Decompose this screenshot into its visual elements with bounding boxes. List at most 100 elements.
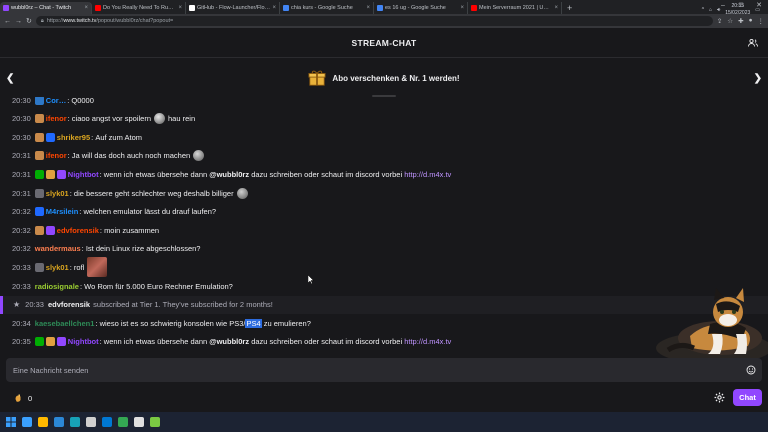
chat-message[interactable]: 20:32 edvforensik: moin zusammen <box>0 221 768 239</box>
chevron-left-icon[interactable]: ❮ <box>6 73 14 84</box>
user-badge-icon[interactable] <box>34 225 44 235</box>
taskbar-app-icon[interactable] <box>54 417 64 427</box>
chat-settings-gear-icon[interactable] <box>714 392 725 403</box>
chat-message[interactable]: 20:30 Cor…: Q0000 <box>0 97 768 109</box>
profile-icon[interactable]: ● <box>749 17 753 25</box>
gift-sub-banner[interactable]: Abo verschenken & Nr. 1 werden! <box>0 58 768 98</box>
message-username[interactable]: radiosignale <box>35 282 79 291</box>
message-mention[interactable]: @wubbl0rz <box>209 337 249 346</box>
tray-chevron-icon[interactable]: ^ <box>702 7 704 13</box>
user-badge-icon[interactable] <box>34 132 44 142</box>
user-badge-icon[interactable] <box>34 169 44 179</box>
taskbar-app-icon[interactable] <box>22 417 32 427</box>
forward-icon[interactable]: → <box>15 18 22 25</box>
user-badge-icon[interactable] <box>34 151 44 161</box>
user-badge-icon[interactable] <box>34 337 44 347</box>
message-username[interactable]: ifenor <box>46 151 67 160</box>
browser-tab[interactable]: Mein Serverraum 2021 | Umbau…× <box>468 2 562 14</box>
message-username[interactable]: Nightbot <box>68 170 99 179</box>
message-username[interactable]: M4rsilein <box>46 207 79 216</box>
notifications-icon[interactable]: ▭ <box>755 7 760 13</box>
chat-message[interactable]: 20:30 ifenor: ciaoo angst vor spoilern hau… <box>0 110 768 128</box>
volume-icon[interactable]: 🔊︎ <box>717 7 720 13</box>
user-badge-icon[interactable] <box>45 132 55 142</box>
address-bar[interactable]: 🔒︎ https://www.twitch.tv/popout/wubbl0rz… <box>35 16 713 26</box>
message-text: die bessere geht schlechter weg deshalb … <box>73 188 234 198</box>
message-text: Q0000 <box>71 97 94 105</box>
message-username[interactable]: shriker95 <box>57 133 90 142</box>
network-icon[interactable]: ⌂ <box>709 7 712 13</box>
chat-message[interactable]: 20:30 shriker95: Auf zum Atom <box>0 128 768 146</box>
chat-message[interactable]: 20:32 wandermaus: Ist dein Linux rize abg… <box>0 240 768 258</box>
taskbar-clock[interactable]: 20:35 15/02/2023 <box>725 3 750 16</box>
user-badge-icon[interactable] <box>34 188 44 198</box>
taskbar-app-icon[interactable] <box>86 417 96 427</box>
message-username[interactable]: ifenor <box>46 114 67 123</box>
message-username[interactable]: Nightbot <box>68 337 99 346</box>
chat-message[interactable]: 20:33 slyk01: rofl <box>0 257 768 278</box>
channel-points[interactable]: 0 <box>14 394 32 403</box>
user-badge-icon[interactable] <box>56 337 66 347</box>
message-timestamp: 20:35 <box>12 337 31 347</box>
tab-close-icon[interactable]: × <box>460 5 464 11</box>
taskbar-app-icon[interactable] <box>134 417 144 427</box>
taskbar-app-icon[interactable] <box>70 417 80 427</box>
user-badge-icon[interactable] <box>45 337 55 347</box>
chevron-right-icon[interactable]: ❯ <box>754 73 762 84</box>
menu-dots-icon[interactable]: ⋮ <box>758 17 765 25</box>
user-badge-icon[interactable] <box>34 114 44 124</box>
message-text: wenn ich etwas übersehe dann <box>103 337 210 347</box>
chat-emote-icon[interactable] <box>193 150 205 162</box>
browser-tab[interactable]: GitHub - Flow-Launcher/Flow.L… × <box>186 2 280 14</box>
bookmark-star-icon[interactable]: ☆ <box>727 17 733 25</box>
chat-message[interactable]: 20:31 Nightbot: wenn ich etwas übersehe d… <box>0 165 768 183</box>
tab-close-icon[interactable]: × <box>178 5 182 11</box>
tab-close-icon[interactable]: × <box>84 5 88 11</box>
message-mention[interactable]: @wubbl0rz <box>209 170 249 179</box>
taskbar-app-icon[interactable] <box>102 417 112 427</box>
message-username[interactable]: kaesebaellchen1 <box>35 319 95 328</box>
tab-close-icon[interactable]: × <box>366 5 370 11</box>
chat-emote-image-icon[interactable] <box>87 257 108 278</box>
chat-emote-icon[interactable] <box>154 113 166 125</box>
taskbar-app-icon[interactable] <box>118 417 128 427</box>
message-username[interactable]: slyk01 <box>46 189 69 198</box>
message-text: welchen emulator lässt du drauf laufen? <box>83 207 217 217</box>
system-tray: ^ ⌂ 🔊︎ 20:35 15/02/2023 ▭ <box>702 3 760 16</box>
user-badge-icon[interactable] <box>45 225 55 235</box>
back-icon[interactable]: ← <box>4 18 11 25</box>
emote-picker-icon[interactable] <box>746 365 756 375</box>
windows-start-icon[interactable] <box>6 417 16 427</box>
chat-input[interactable]: Eine Nachricht senden <box>6 358 762 382</box>
message-username[interactable]: slyk01 <box>46 263 69 272</box>
chat-message[interactable]: 20:31 ifenor: Ja will das doch auch noch … <box>0 147 768 165</box>
message-username[interactable]: wandermaus <box>35 244 81 253</box>
chat-message[interactable]: 20:31 slyk01: die bessere geht schlechter… <box>0 184 768 202</box>
user-badge-icon[interactable] <box>34 262 44 272</box>
message-username[interactable]: edvforensik <box>57 226 99 235</box>
reload-icon[interactable]: ↻ <box>26 17 32 25</box>
share-icon[interactable]: ⇪ <box>717 17 722 25</box>
new-tab-button[interactable]: + <box>562 2 577 14</box>
browser-tab[interactable]: Do You Really Need To Run Win…× <box>92 2 186 14</box>
chat-emote-icon[interactable] <box>236 187 248 199</box>
user-badge-icon[interactable] <box>56 169 66 179</box>
community-users-icon[interactable] <box>748 38 758 48</box>
extensions-icon[interactable]: ✚ <box>738 17 743 25</box>
browser-tab[interactable]: es 16 ug - Google Suche × <box>374 2 468 14</box>
send-chat-button[interactable]: Chat <box>733 389 762 406</box>
message-username[interactable]: Cor… <box>46 97 66 105</box>
tab-close-icon[interactable]: × <box>554 5 558 11</box>
user-badge-icon[interactable] <box>34 97 44 105</box>
user-badge-icon[interactable] <box>45 169 55 179</box>
message-username[interactable]: edvforensik <box>48 300 90 309</box>
message-link[interactable]: http://d.m4x.tv <box>404 337 451 346</box>
chat-message[interactable]: 20:32 M4rsilein: welchen emulator lässt d… <box>0 203 768 221</box>
user-badge-icon[interactable] <box>34 207 44 217</box>
browser-tab[interactable]: wubbl0rz – Chat - Twitch × <box>0 2 92 14</box>
taskbar-app-icon[interactable] <box>38 417 48 427</box>
message-link[interactable]: http://d.m4x.tv <box>404 170 451 179</box>
tab-close-icon[interactable]: × <box>272 5 276 11</box>
taskbar-app-icon[interactable] <box>150 417 160 427</box>
browser-tab[interactable]: chia kurs - Google Suche × <box>280 2 374 14</box>
